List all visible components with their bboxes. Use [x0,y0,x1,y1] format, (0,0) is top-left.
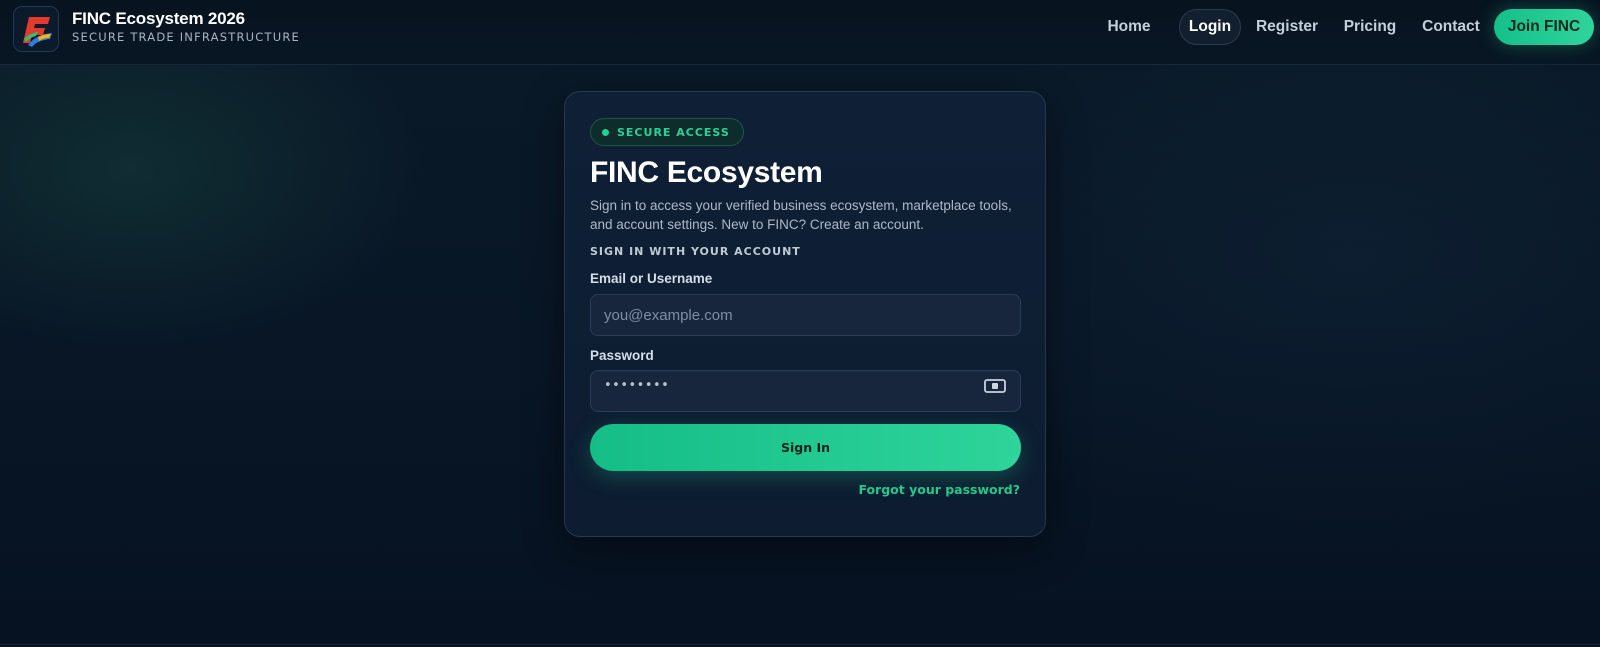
nav-register[interactable]: Register [1250,9,1324,45]
brand-title: FINC Ecosystem 2026 [72,9,245,28]
top-navigation-bar: FINC Ecosystem 2026 SECURE TRADE INFRAST… [0,0,1600,65]
password-value: •••••••• [604,378,670,393]
brand-subtitle: SECURE TRADE INFRASTRUCTURE [72,30,300,44]
footer-divider [0,644,1600,645]
sign-in-button[interactable]: Sign In [590,424,1021,471]
nav-login[interactable]: Login [1179,9,1241,45]
password-label: Password [590,348,654,363]
nav-pricing[interactable]: Pricing [1337,9,1403,45]
login-title: FINC Ecosystem [590,156,823,189]
email-label: Email or Username [590,271,713,286]
join-finc-button[interactable]: Join FINC [1494,9,1594,45]
badge-label: SECURE ACCESS [617,125,730,139]
email-input[interactable] [590,294,1021,336]
secure-access-badge: SECURE ACCESS [590,118,744,146]
nav-contact[interactable]: Contact [1417,9,1485,45]
forgot-password-link[interactable]: Forgot your password? [858,482,1020,497]
login-description: Sign in to access your verified business… [590,198,1012,232]
eye-toggle-icon[interactable] [983,378,1007,394]
status-dot-icon [602,128,609,136]
finc-logo-icon[interactable] [13,6,59,52]
nav-home[interactable]: Home [1100,9,1158,45]
sign-in-section-label: SIGN IN WITH YOUR ACCOUNT [590,245,801,258]
login-card: SECURE ACCESS FINC Ecosystem Sign in to … [564,91,1046,537]
